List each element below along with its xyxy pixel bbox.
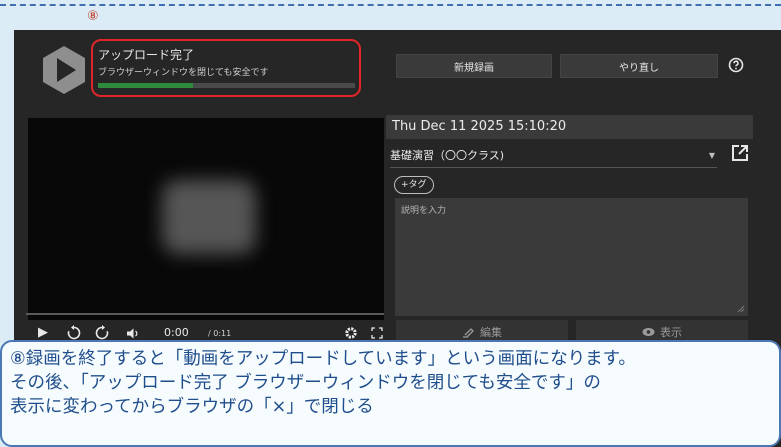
add-tag-button[interactable]: +タグ: [394, 176, 434, 194]
caption-line-3: 表示に変わってからブラウザの「×」で閉じる: [10, 397, 374, 417]
new-recording-button[interactable]: 新規録画: [396, 54, 552, 78]
settings-gear-icon[interactable]: [344, 326, 358, 340]
volume-icon[interactable]: [126, 327, 139, 340]
video-scrubber[interactable]: [26, 313, 384, 315]
course-select-value: 基礎演習（〇〇クラス): [390, 149, 505, 162]
rewind-10-icon[interactable]: [66, 325, 82, 341]
description-input[interactable]: 説明を入力: [395, 198, 748, 316]
current-time: 0:00: [164, 326, 189, 339]
edit-label: 編集: [480, 326, 502, 339]
course-select[interactable]: 基礎演習（〇〇クラス) ▼: [390, 145, 717, 168]
upload-complete-title: アップロード完了: [98, 48, 195, 62]
forward-10-icon[interactable]: [94, 325, 110, 341]
recording-datetime[interactable]: Thu Dec 11 2025 15:10:20: [386, 115, 753, 139]
instruction-caption: ⑧録画を終了すると「動画をアップロードしています」という画面になります。 その後…: [0, 340, 781, 447]
open-external-icon[interactable]: [730, 143, 750, 163]
blurred-thumbnail: [162, 180, 256, 254]
show-label: 表示: [660, 326, 682, 339]
upload-progress-bar: [98, 83, 355, 88]
edit-pencil-icon: [463, 327, 474, 338]
upload-progress-fill: [98, 83, 194, 88]
total-time: / 0:11: [208, 329, 232, 338]
app-logo-icon: [43, 46, 85, 94]
video-preview[interactable]: [28, 118, 384, 320]
redo-button[interactable]: やり直し: [560, 54, 718, 78]
chevron-down-icon: ▼: [708, 151, 715, 160]
caption-line-1: ⑧録画を終了すると「動画をアップロードしています」という画面になります。: [10, 349, 636, 369]
dashed-separator: [0, 4, 781, 6]
description-placeholder: 説明を入力: [401, 206, 447, 216]
upload-complete-subtitle: ブラウザーウィンドウを閉じても安全です: [98, 68, 269, 78]
step-marker: ⑧: [87, 9, 99, 24]
eye-icon: [642, 328, 655, 336]
caption-line-2: その後、「アップロード完了 ブラウザーウィンドウを閉じても安全です」の: [10, 373, 601, 393]
help-icon[interactable]: [728, 57, 744, 73]
fullscreen-icon[interactable]: [371, 327, 383, 339]
resize-grip-icon[interactable]: [737, 305, 745, 313]
